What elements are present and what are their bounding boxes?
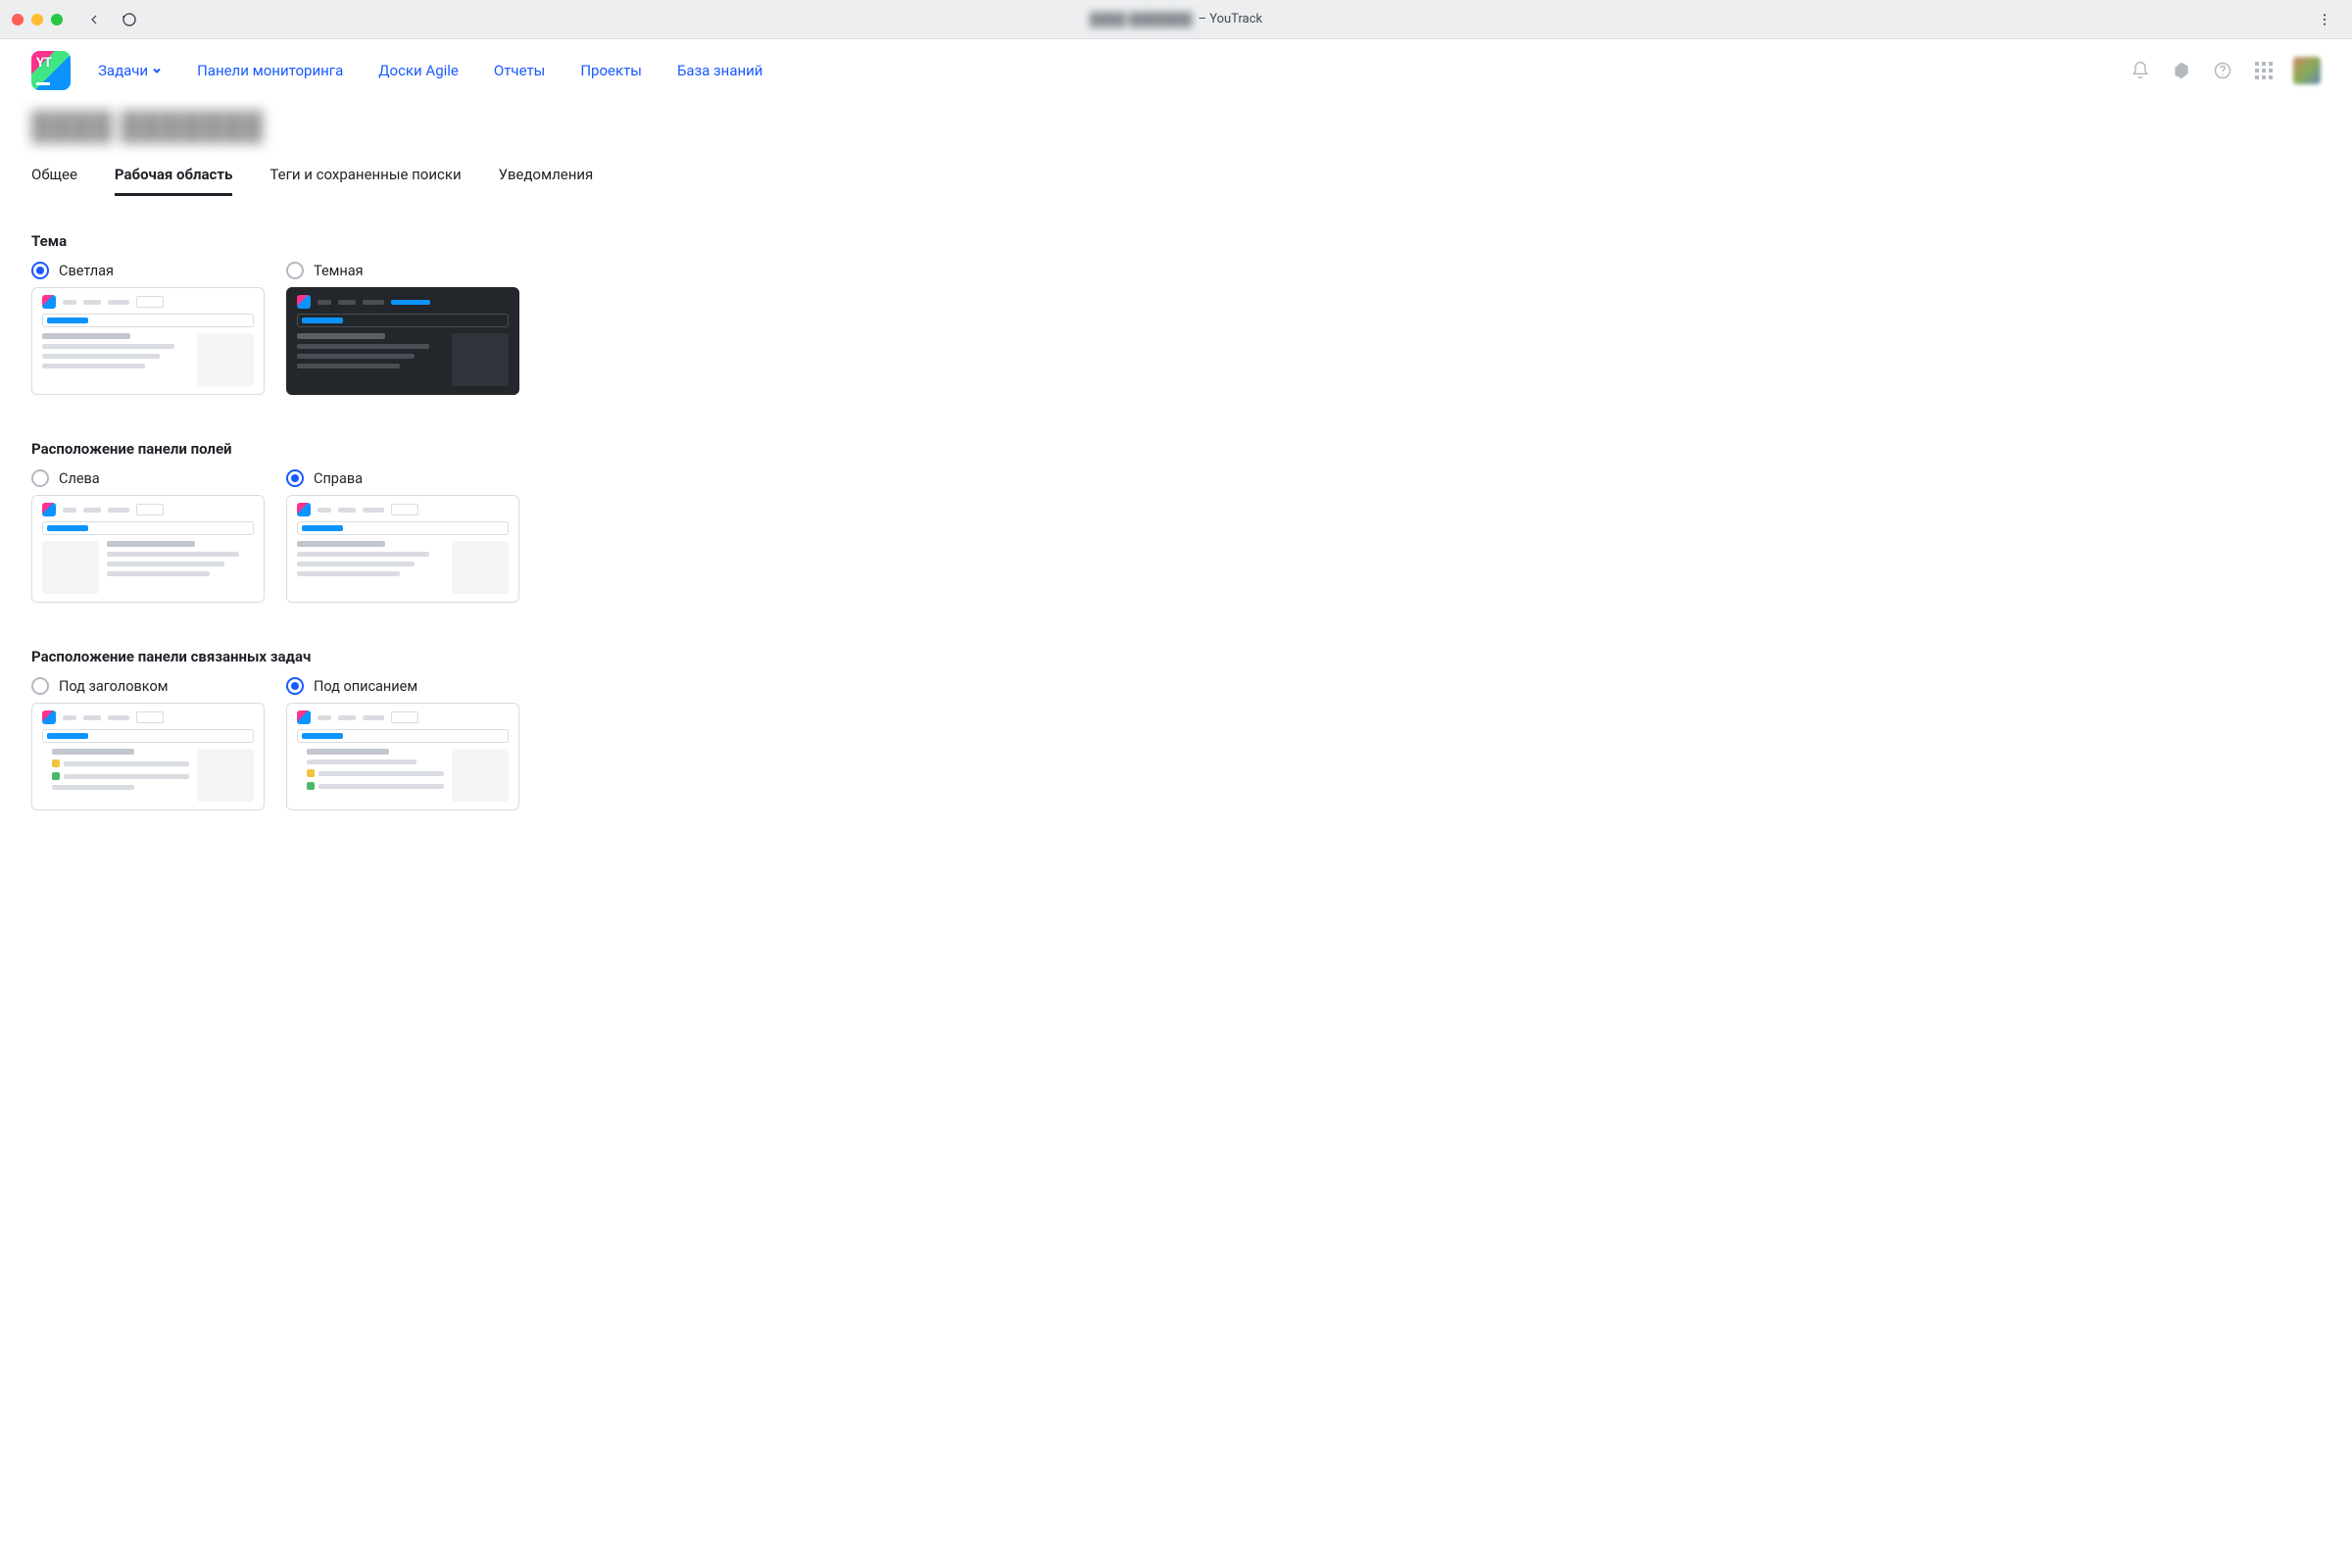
admin-button[interactable]: [2170, 59, 2193, 82]
apps-grid-icon: [2255, 62, 2273, 79]
radio-icon: [31, 262, 49, 279]
radio-linked-under-desc-label: Под описанием: [314, 678, 417, 695]
section-fields-panel: Расположение панели полей Слева: [31, 440, 1341, 603]
close-window-button[interactable]: [12, 14, 24, 25]
browser-title-app: – YouTrack: [1198, 12, 1262, 26]
nav-agile[interactable]: Доски Agile: [378, 62, 459, 79]
tab-general[interactable]: Общее: [31, 160, 77, 196]
main-nav: Задачи Панели мониторинга Доски Agile От…: [98, 62, 762, 79]
section-linked-panel: Расположение панели связанных задач Под …: [31, 648, 1341, 810]
radio-theme-light-label: Светлая: [59, 263, 114, 279]
tab-workspace[interactable]: Рабочая область: [115, 160, 233, 196]
nav-projects[interactable]: Проекты: [580, 62, 642, 79]
page-content: ████ ███████ Общее Рабочая область Теги …: [0, 102, 1372, 895]
radio-linked-under-desc[interactable]: Под описанием: [286, 677, 519, 695]
section-linked-title: Расположение панели связанных задач: [31, 648, 1341, 665]
radio-fields-right-label: Справа: [314, 470, 363, 487]
chevron-down-icon: [152, 66, 162, 75]
tab-notifications[interactable]: Уведомления: [499, 160, 594, 196]
maximize-window-button[interactable]: [51, 14, 63, 25]
radio-linked-under-title-label: Под заголовком: [59, 678, 168, 695]
radio-icon: [286, 262, 304, 279]
page-title: ████ ███████: [31, 110, 1341, 142]
section-theme: Тема Светлая: [31, 232, 1341, 395]
radio-icon: [31, 677, 49, 695]
preview-fields-right[interactable]: [286, 495, 519, 603]
radio-theme-light[interactable]: Светлая: [31, 262, 265, 279]
help-button[interactable]: [2211, 59, 2234, 82]
user-avatar[interactable]: [2293, 57, 2321, 84]
preview-fields-left[interactable]: [31, 495, 265, 603]
preview-linked-under-title[interactable]: [31, 703, 265, 810]
radio-fields-left-label: Слева: [59, 470, 100, 487]
apps-button[interactable]: [2252, 59, 2276, 82]
app-header: Задачи Панели мониторинга Доски Agile От…: [0, 39, 2352, 102]
radio-icon: [286, 469, 304, 487]
radio-icon: [286, 677, 304, 695]
nav-dashboards[interactable]: Панели мониторинга: [197, 62, 343, 79]
nav-issues-label: Задачи: [98, 62, 148, 79]
nav-reports[interactable]: Отчеты: [494, 62, 545, 79]
reload-button[interactable]: [116, 6, 143, 33]
radio-icon: [31, 469, 49, 487]
nav-kb[interactable]: База знаний: [677, 62, 763, 79]
notifications-button[interactable]: [2129, 59, 2152, 82]
radio-linked-under-title[interactable]: Под заголовком: [31, 677, 265, 695]
window-controls: [12, 14, 63, 25]
back-button[interactable]: [80, 6, 108, 33]
browser-title-user: ████ ███████: [1090, 12, 1193, 27]
profile-tabs: Общее Рабочая область Теги и сохраненные…: [31, 160, 1341, 197]
browser-title: ████ ███████ – YouTrack: [1090, 12, 1262, 27]
browser-chrome: ████ ███████ – YouTrack: [0, 0, 2352, 39]
radio-fields-left[interactable]: Слева: [31, 469, 265, 487]
radio-theme-dark[interactable]: Темная: [286, 262, 519, 279]
help-icon: [2213, 61, 2232, 80]
radio-fields-right[interactable]: Справа: [286, 469, 519, 487]
preview-theme-dark[interactable]: [286, 287, 519, 395]
preview-theme-light[interactable]: [31, 287, 265, 395]
preview-linked-under-desc[interactable]: [286, 703, 519, 810]
minimize-window-button[interactable]: [31, 14, 43, 25]
bell-icon: [2131, 61, 2150, 80]
section-theme-title: Тема: [31, 232, 1341, 250]
nav-issues[interactable]: Задачи: [98, 62, 162, 79]
hexagon-icon: [2172, 61, 2191, 80]
tab-tags[interactable]: Теги и сохраненные поиски: [270, 160, 461, 196]
section-fields-title: Расположение панели полей: [31, 440, 1341, 458]
browser-menu-button[interactable]: [2311, 6, 2338, 33]
radio-theme-dark-label: Темная: [314, 263, 364, 279]
youtrack-logo[interactable]: [31, 51, 71, 90]
